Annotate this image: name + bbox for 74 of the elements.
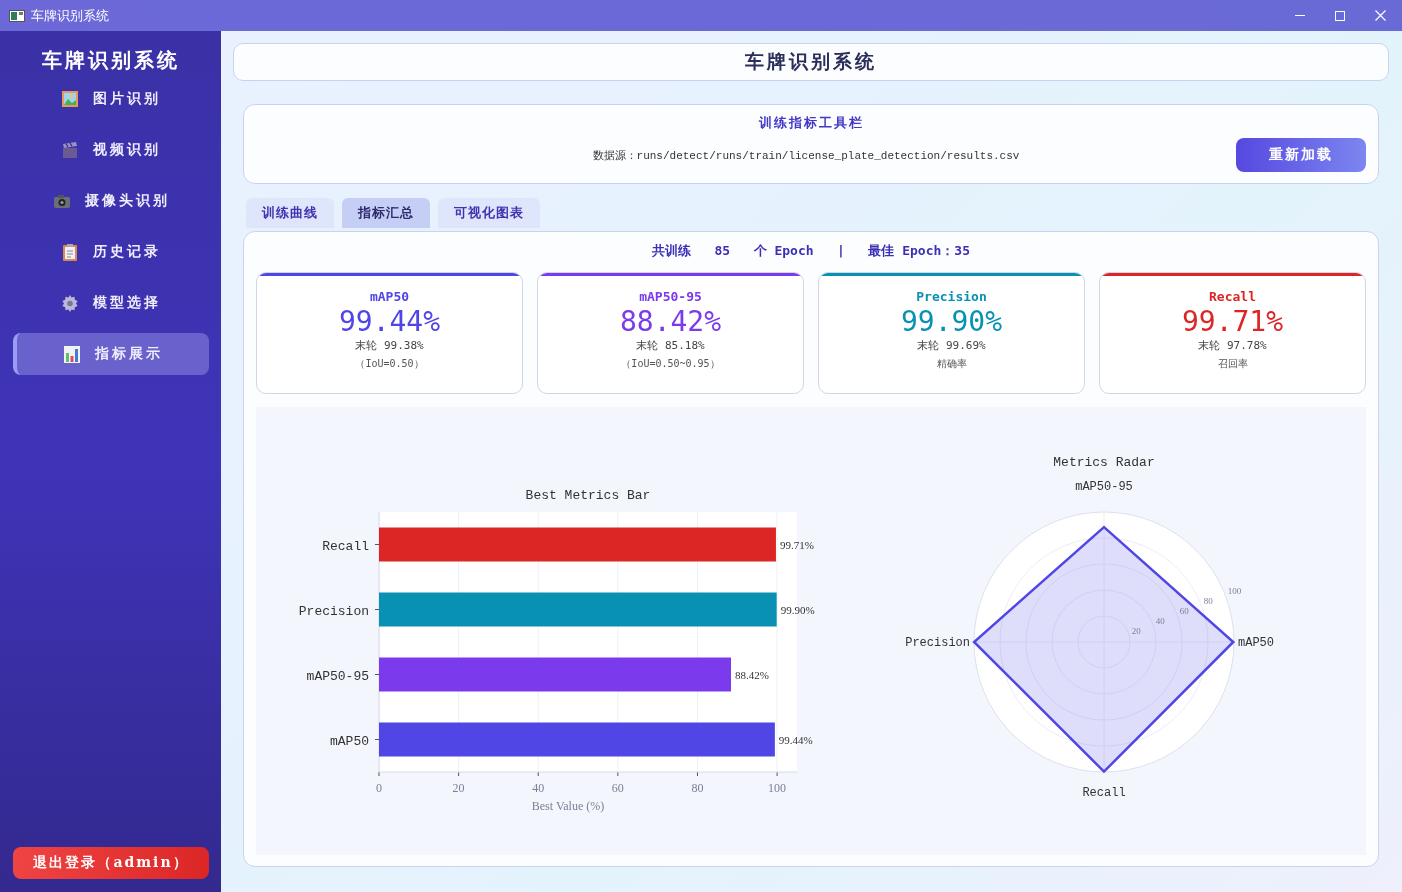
axis-tick-label: 100 xyxy=(1227,585,1242,596)
maximize-icon xyxy=(1335,10,1345,21)
chart-title: Best Metrics Bar xyxy=(525,488,651,503)
axis-tick-label: 100 xyxy=(768,781,787,795)
tick-mark xyxy=(776,771,778,777)
metric-value: 99.44% xyxy=(338,305,441,338)
bar-chart-icon xyxy=(63,344,81,364)
logout-button[interactable]: 退出登录（admin） xyxy=(13,847,209,879)
axis-title: Best Value (%) xyxy=(531,799,605,813)
axis-tick-label: 40 xyxy=(1155,615,1165,626)
axis-tick-label: 80 xyxy=(691,781,704,795)
tab[interactable]: 训练曲线 xyxy=(246,198,334,228)
value-label: 88.42% xyxy=(735,668,769,681)
value-label: 99.44% xyxy=(778,733,813,746)
tab[interactable]: 可视化图表 xyxy=(438,198,540,228)
sidebar-item[interactable]: 视频识别 xyxy=(13,129,209,171)
sidebar-item[interactable]: 摄像头识别 xyxy=(13,180,209,222)
window-title: 车牌识别系统 xyxy=(31,6,109,25)
axis-label: mAP50 xyxy=(1238,636,1274,650)
tick-mark xyxy=(697,771,698,777)
axis-label: Recall xyxy=(1082,786,1126,800)
axis-tick-label: 60 xyxy=(1179,605,1189,616)
axis-tick-label: 60 xyxy=(611,781,624,795)
tick-mark xyxy=(617,771,619,777)
clipboard-icon xyxy=(61,242,79,262)
category-label: mAP50 xyxy=(330,733,369,749)
axis-tick-label: 80 xyxy=(1203,595,1213,606)
last-epoch-value: 末轮 99.69% xyxy=(917,338,986,353)
metric-note: 召回率 xyxy=(1217,357,1248,371)
sidebar-item[interactable]: 指标展示 xyxy=(13,333,209,375)
value-label: 99.71% xyxy=(779,538,814,551)
last-epoch-value: 末轮 85.18% xyxy=(636,338,705,353)
metric-note: （IoU=0.50~0.95） xyxy=(621,357,720,371)
tick-mark xyxy=(378,771,380,777)
sidebar-item[interactable]: 历史记录 xyxy=(13,231,209,273)
axis-tick-label: 40 xyxy=(532,781,545,795)
close-icon xyxy=(1375,10,1386,21)
app-icon xyxy=(9,8,25,23)
axis-tick-label: 20 xyxy=(452,781,465,795)
category-label: Recall xyxy=(322,538,369,554)
metric-note: 精确率 xyxy=(936,357,967,371)
tick-mark xyxy=(458,771,460,777)
reload-button[interactable]: 重新加载 xyxy=(1236,138,1366,172)
axis-tick-label: 0 xyxy=(376,781,382,795)
chart-title: Metrics Radar xyxy=(1053,455,1155,470)
last-epoch-value: 末轮 97.78% xyxy=(1198,338,1267,353)
axis-tick-label: 20 xyxy=(1131,625,1141,636)
sidebar-item[interactable]: 图片识别 xyxy=(13,78,209,120)
data-source-text: 数据源：runs/detect/runs/train/license_plate_detection/results.csv xyxy=(591,148,1021,163)
axis-label: mAP50-95 xyxy=(1075,480,1133,494)
last-epoch-value: 末轮 99.38% xyxy=(355,338,424,353)
tab[interactable]: 指标汇总 xyxy=(342,198,430,228)
tick-mark xyxy=(537,771,539,777)
value-label: 99.90% xyxy=(780,603,815,616)
training-summary: 共训练 85 个 Epoch | 最佳 Epoch：35 xyxy=(651,242,971,260)
metric-name: Recall xyxy=(1209,289,1256,304)
gear-icon xyxy=(61,293,79,313)
category-label: mAP50-95 xyxy=(306,668,369,684)
clapperboard-icon xyxy=(61,140,79,160)
sidebar-item[interactable]: 模型选择 xyxy=(13,282,209,324)
toolbar-title: 训练指标工具栏 xyxy=(757,114,865,132)
metric-name: Precision xyxy=(916,289,987,304)
sidebar-title: 车牌识别系统 xyxy=(41,47,181,74)
picture-icon xyxy=(61,89,79,109)
metric-name: mAP50 xyxy=(369,289,410,304)
metric-value: 99.90% xyxy=(900,305,1003,338)
metric-value: 99.71% xyxy=(1181,305,1284,338)
minimize-icon xyxy=(1295,15,1305,16)
metric-name: mAP50-95 xyxy=(639,289,702,304)
metric-note: （IoU=0.50） xyxy=(355,357,424,371)
page-title: 车牌识别系统 xyxy=(745,49,877,74)
category-label: Precision xyxy=(298,603,369,619)
metric-value: 88.42% xyxy=(619,305,722,338)
axis-label: Precision xyxy=(905,636,970,650)
